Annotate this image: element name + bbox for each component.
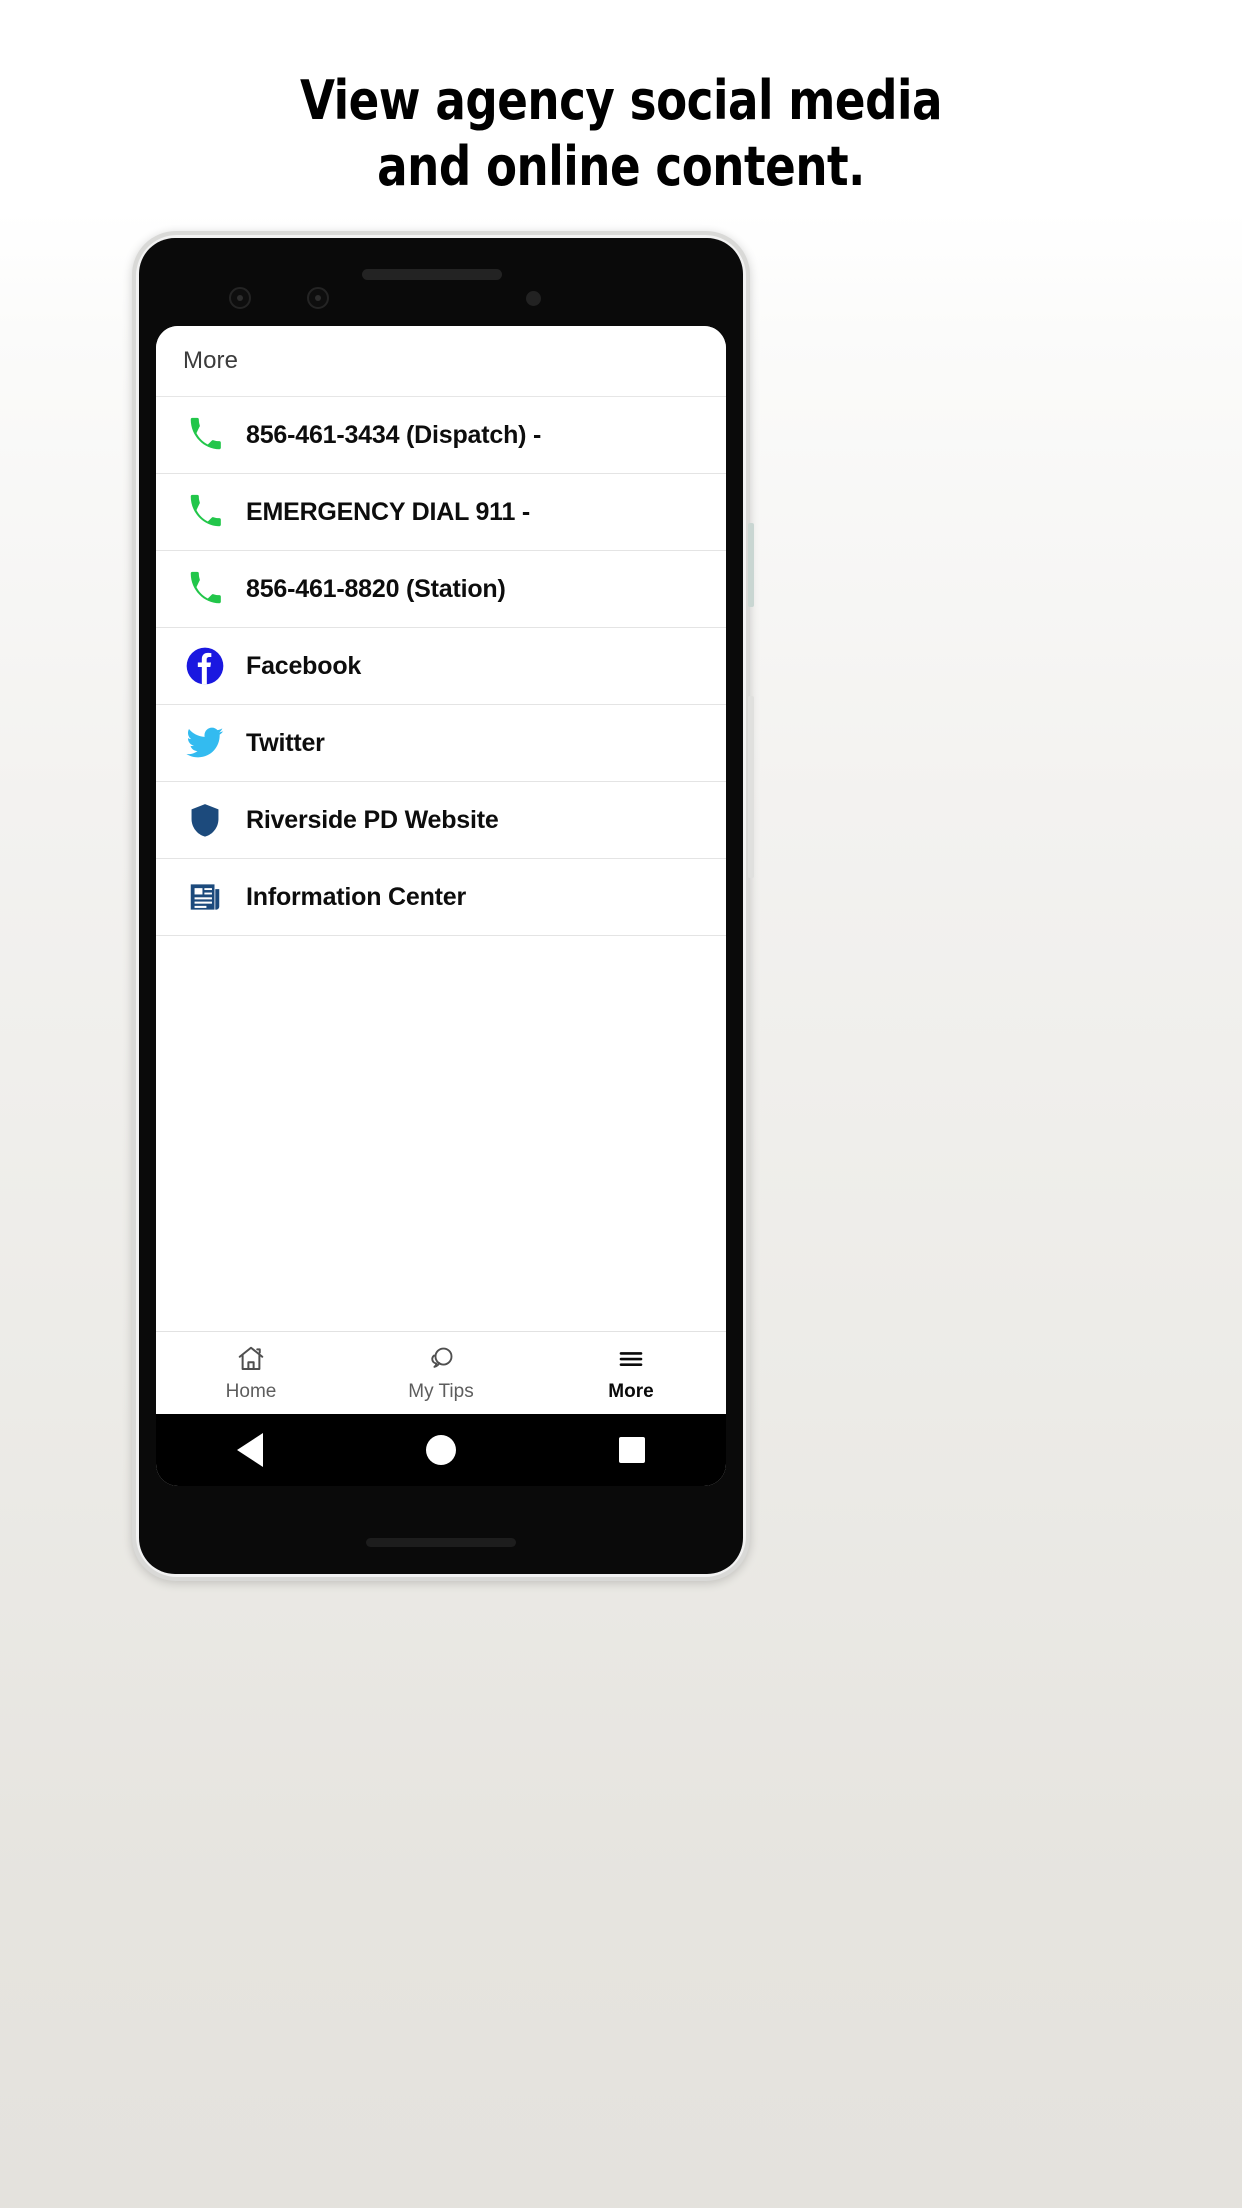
headline-line-1: View agency social media	[299, 69, 942, 132]
back-triangle-icon[interactable]	[237, 1433, 264, 1467]
twitter-icon	[178, 723, 232, 763]
list-item-label: Facebook	[246, 651, 362, 680]
headline-line-2: and online content.	[377, 134, 865, 198]
list-item[interactable]: 856-461-3434 (Dispatch) -	[156, 397, 726, 474]
list-item-label: Information Center	[246, 882, 467, 911]
tab-label: My Tips	[408, 1380, 474, 1402]
proximity-sensor-icon	[526, 291, 541, 306]
newspaper-icon	[178, 878, 232, 916]
list-item-label: Twitter	[246, 728, 325, 757]
tab-home[interactable]: Home	[156, 1332, 346, 1414]
front-camera-icon	[229, 287, 251, 309]
hamburger-icon	[616, 1344, 646, 1374]
list-item[interactable]: Riverside PD Website	[156, 782, 726, 859]
bottom-tab-bar: Home My Tips More	[156, 1331, 726, 1414]
tab-label: More	[608, 1380, 654, 1402]
phone-mockup: More 856-461-3434 (Dispatch) - EMERGENCY…	[132, 231, 754, 1581]
sensor-icon	[307, 287, 329, 309]
tab-my-tips[interactable]: My Tips	[346, 1332, 536, 1414]
list-item-label: Riverside PD Website	[246, 805, 499, 834]
recents-square-icon[interactable]	[618, 1437, 645, 1463]
bottom-speaker-icon	[366, 1538, 516, 1547]
app-store-screenshot: View agency social media and online cont…	[0, 0, 1242, 2208]
phone-screen: More 856-461-3434 (Dispatch) - EMERGENCY…	[156, 326, 726, 1486]
list-item[interactable]: Twitter	[156, 705, 726, 782]
app-bar-title: More	[183, 347, 239, 374]
shield-icon	[178, 801, 232, 839]
phone-icon	[178, 493, 232, 531]
facebook-icon	[178, 646, 232, 686]
android-nav-bar	[156, 1414, 726, 1486]
page-title: View agency social media and online cont…	[43, 68, 1198, 200]
list-item[interactable]: Information Center	[156, 859, 726, 936]
tab-label: Home	[225, 1380, 277, 1402]
app-bar: More	[156, 326, 726, 397]
phone-icon	[178, 570, 232, 608]
earpiece-speaker-icon	[362, 269, 502, 280]
list-item[interactable]: 856-461-8820 (Station)	[156, 551, 726, 628]
list-item[interactable]: Facebook	[156, 628, 726, 705]
chat-icon	[426, 1344, 456, 1374]
power-button[interactable]	[748, 523, 754, 607]
home-circle-icon[interactable]	[425, 1435, 456, 1465]
list-item[interactable]: EMERGENCY DIAL 911 -	[156, 474, 726, 551]
list-item-label: 856-461-8820 (Station)	[246, 574, 506, 603]
phone-icon	[178, 416, 232, 454]
more-list: 856-461-3434 (Dispatch) - EMERGENCY DIAL…	[156, 397, 726, 1331]
volume-button[interactable]	[748, 696, 754, 878]
list-item-label: EMERGENCY DIAL 911 -	[246, 497, 531, 526]
tab-more[interactable]: More	[536, 1332, 726, 1414]
list-item-label: 856-461-3434 (Dispatch) -	[246, 420, 542, 449]
home-icon	[236, 1344, 266, 1374]
